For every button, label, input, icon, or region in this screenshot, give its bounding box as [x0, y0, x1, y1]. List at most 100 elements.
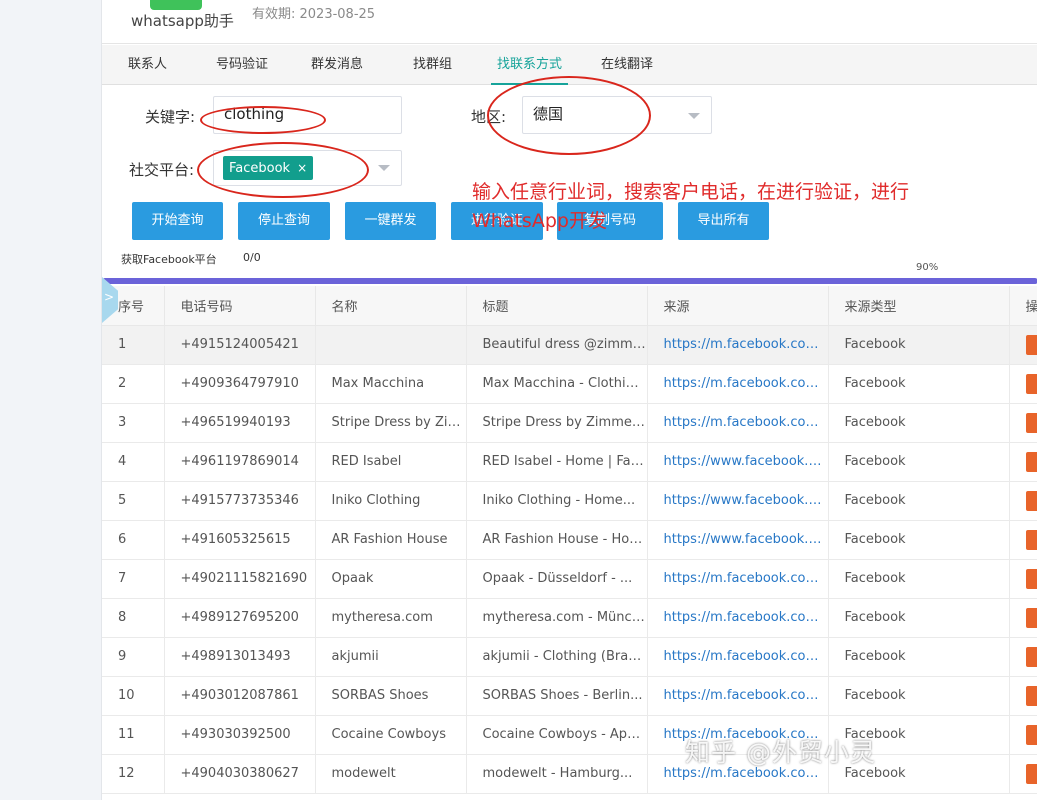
title-cell: Iniko Clothing - Home... — [466, 481, 648, 521]
title-cell: SORBAS Shoes - Berlin... — [466, 676, 648, 716]
app-header: whatsapp助手 有效期: 2023-08-25 — [102, 0, 1037, 44]
row-action-button[interactable] — [1025, 607, 1037, 628]
table-row[interactable]: 8 +4989127695200 mytheresa.com mytheresa.co… — [102, 598, 1037, 638]
row-action-button[interactable] — [1025, 490, 1037, 511]
row-action-button[interactable] — [1025, 373, 1037, 394]
table-row[interactable]: 12 +4904030380627 modewelt modewelt - Hambu… — [102, 754, 1037, 794]
tab-number-verify[interactable]: 号码验证 — [216, 45, 268, 85]
source-link[interactable]: https://m.facebook.com/... — [647, 676, 829, 716]
validity-date: 有效期: 2023-08-25 — [252, 7, 376, 22]
column-header[interactable]: 电话号码 — [164, 286, 316, 326]
tab-online-translate[interactable]: 在线翻译 — [601, 45, 653, 85]
table-row[interactable]: 1+4915124005421 Beautiful dress @zimmerma… — [102, 325, 1037, 365]
phone-cell: +493030392500 — [164, 715, 316, 755]
row-action-button[interactable] — [1025, 724, 1037, 745]
phone-cell: +4904030380627 — [164, 754, 316, 794]
name-cell: Stripe Dress by Zimmermann — [315, 403, 467, 443]
title-cell: Cocaine Cowboys - Apparel... — [466, 715, 648, 755]
row-action-button[interactable] — [1025, 334, 1037, 355]
start-query-button[interactable]: 开始查询 — [132, 202, 223, 240]
row-action-button[interactable] — [1025, 685, 1037, 706]
source-link[interactable]: https://www.facebook.com/... — [647, 520, 829, 560]
keyword-input[interactable]: clothing — [213, 96, 402, 134]
table-row[interactable]: 3+496519940193Stripe Dress by Zimmermann… — [102, 403, 1037, 443]
title-cell: Beautiful dress @zimmermann... — [466, 325, 648, 365]
source-link[interactable]: https://m.facebook.com/... — [647, 559, 829, 599]
table-row[interactable]: 7 +49021115821690 Opaak Opaak - Düsseldorf … — [102, 559, 1037, 599]
row-action-button[interactable] — [1025, 568, 1037, 589]
app-name: whatsapp助手 — [131, 12, 234, 30]
action-cell — [1009, 754, 1037, 794]
column-header[interactable]: 标题 — [466, 286, 648, 326]
row-action-button[interactable] — [1025, 412, 1037, 433]
progress-percent: 90% — [916, 262, 939, 273]
name-cell: Max Macchina — [315, 364, 467, 404]
source-type-cell: Facebook — [828, 442, 1010, 482]
tab-find-groups[interactable]: 找群组 — [413, 45, 452, 85]
row-index-cell: 10 — [102, 676, 165, 716]
row-index-cell: 9 — [102, 637, 165, 677]
table-row[interactable]: 4 +4961197869014 RED Isabel RED Isabel - Ho… — [102, 442, 1037, 482]
source-link[interactable]: https://m.facebook.com/... — [647, 598, 829, 638]
row-action-button[interactable] — [1025, 451, 1037, 472]
row-action-button[interactable] — [1025, 646, 1037, 667]
row-index-cell: 1 — [102, 325, 165, 365]
stop-query-button[interactable]: 停止查询 — [238, 202, 330, 240]
tab-contacts[interactable]: 联系人 — [128, 45, 167, 85]
row-action-button[interactable] — [1025, 763, 1037, 784]
tag-close-icon[interactable]: × — [297, 161, 307, 175]
title-cell: Stripe Dress by Zimmermann... — [466, 403, 648, 443]
action-cell — [1009, 676, 1037, 716]
source-link[interactable]: https://m.facebook.com/... — [647, 715, 829, 755]
table-row[interactable]: 9 +498913013493 akjumii akjumii - Clothing … — [102, 637, 1037, 677]
region-select[interactable]: 德国 — [522, 96, 712, 134]
table-row[interactable]: 2 +4909364797910 Max Macchina Max Macchina … — [102, 364, 1037, 404]
action-cell — [1009, 715, 1037, 755]
phone-cell: +4961197869014 — [164, 442, 316, 482]
region-label: 地区: — [471, 108, 507, 126]
platform-tag: Facebook × — [223, 156, 314, 180]
source-type-cell: Facebook — [828, 637, 1010, 677]
action-cell — [1009, 403, 1037, 443]
row-index-cell: 6 — [102, 520, 165, 560]
column-header[interactable]: 来源 — [647, 286, 829, 326]
source-type-cell: Facebook — [828, 676, 1010, 716]
platform-label: 社交平台: — [129, 161, 195, 179]
tab-bulk-message[interactable]: 群发消息 — [311, 45, 363, 85]
app-window: whatsapp助手 有效期: 2023-08-25 联系人 号码验证 群发消息… — [102, 0, 1037, 800]
action-cell — [1009, 481, 1037, 521]
title-cell: modewelt - Hamburg... — [466, 754, 648, 794]
name-cell: Opaak — [315, 559, 467, 599]
source-link[interactable]: https://m.facebook.com/... — [647, 403, 829, 443]
column-header[interactable]: 名称 — [315, 286, 467, 326]
row-index-cell: 7 — [102, 559, 165, 599]
source-link[interactable]: https://m.facebook.com/... — [647, 637, 829, 677]
bulk-send-button[interactable]: 一键群发 — [345, 202, 436, 240]
table-row[interactable]: 10 +4903012087861 SORBAS Shoes SORBAS Shoes… — [102, 676, 1037, 716]
table-row[interactable]: 5 +4915773735346 Iniko Clothing Iniko Cloth… — [102, 481, 1037, 521]
action-cell — [1009, 364, 1037, 404]
row-index-cell: 12 — [102, 754, 165, 794]
source-link[interactable]: https://m.facebook.com/... — [647, 325, 829, 365]
column-header[interactable]: 操 — [1009, 286, 1037, 326]
tab-find-contacts[interactable]: 找联系方式 — [490, 45, 569, 85]
action-cell — [1009, 442, 1037, 482]
action-cell — [1009, 637, 1037, 677]
phone-cell: +4909364797910 — [164, 364, 316, 404]
source-link[interactable]: https://www.facebook.com/... — [647, 442, 829, 482]
phone-cell: +4903012087861 — [164, 676, 316, 716]
phone-cell: +4989127695200 — [164, 598, 316, 638]
source-link[interactable]: https://www.facebook.com/... — [647, 481, 829, 521]
source-link[interactable]: https://m.facebook.com/... — [647, 754, 829, 794]
action-cell — [1009, 325, 1037, 365]
table-row[interactable]: 11 +493030392500 Cocaine Cowboys Cocaine Co… — [102, 715, 1037, 755]
chevron-right-icon: > — [104, 290, 115, 304]
table-row[interactable]: 6 +491605325615 AR Fashion House AR Fashion… — [102, 520, 1037, 560]
column-header[interactable]: 来源类型 — [828, 286, 1010, 326]
action-cell — [1009, 598, 1037, 638]
source-link[interactable]: https://m.facebook.com/... — [647, 364, 829, 404]
results-table: 序号电话号码名称标题来源来源类型操 1+4915124005421 Beautif… — [102, 286, 1037, 794]
row-index-cell: 4 — [102, 442, 165, 482]
row-action-button[interactable] — [1025, 529, 1037, 550]
name-cell: AR Fashion House — [315, 520, 467, 560]
